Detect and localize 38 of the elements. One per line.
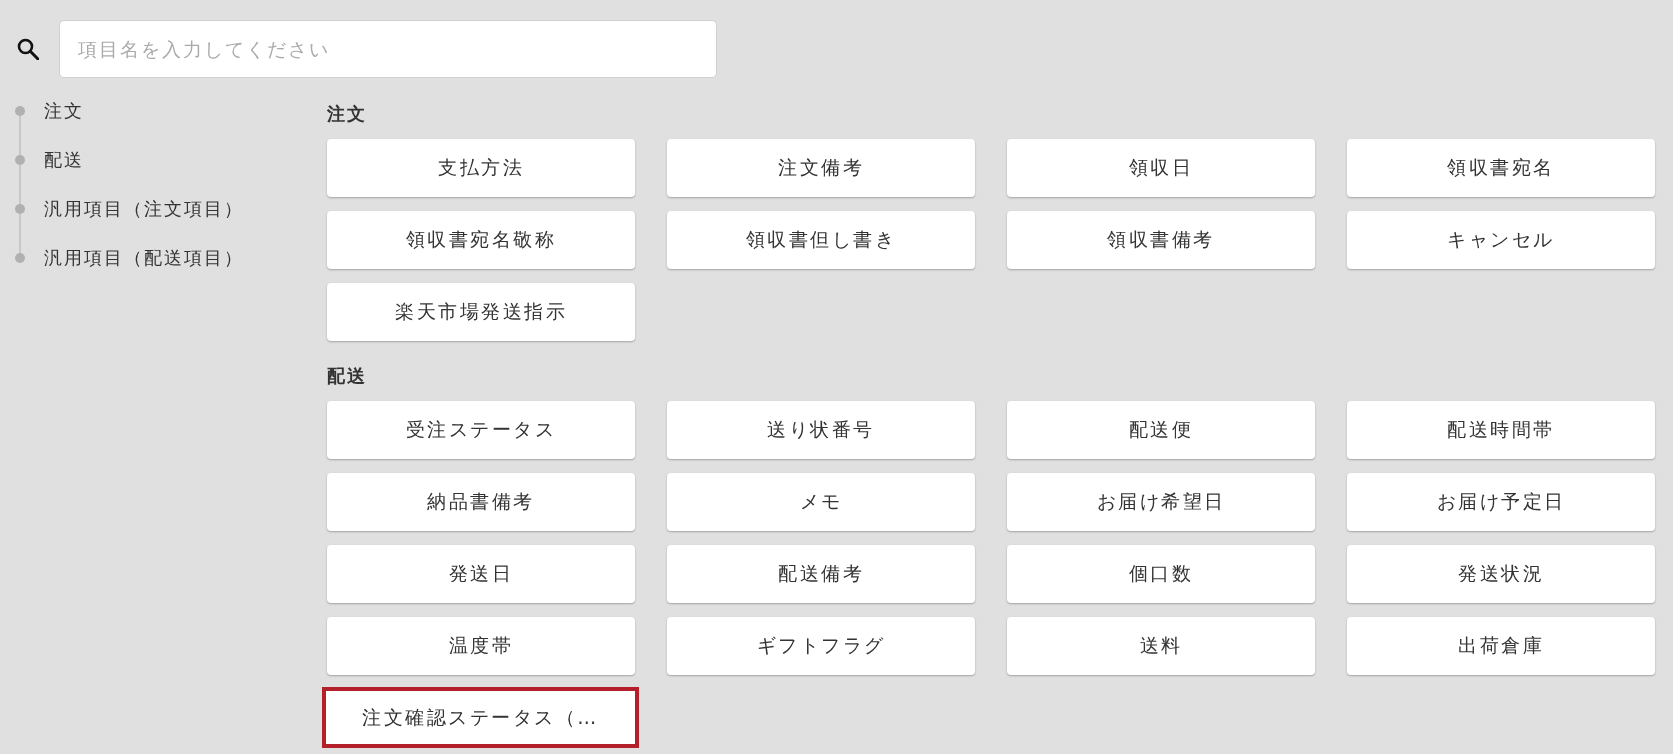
field-button[interactable]: 発送日: [327, 545, 635, 603]
field-button[interactable]: 領収書備考: [1007, 211, 1315, 269]
field-button[interactable]: 出荷倉庫: [1347, 617, 1655, 675]
field-button[interactable]: 送り状番号: [667, 401, 975, 459]
field-button[interactable]: 領収書宛名敬称: [327, 211, 635, 269]
search-field[interactable]: 項目名を入力してください: [59, 20, 717, 78]
search-icon: [17, 38, 39, 60]
field-button[interactable]: 楽天市場発送指示: [327, 283, 635, 341]
field-button[interactable]: お届け予定日: [1347, 473, 1655, 531]
field-button[interactable]: ギフトフラグ: [667, 617, 975, 675]
sidebar-item[interactable]: 汎用項目（注文項目）: [0, 184, 244, 233]
field-button[interactable]: 配送時間帯: [1347, 401, 1655, 459]
field-button[interactable]: 温度帯: [327, 617, 635, 675]
field-button[interactable]: 受注ステータス: [327, 401, 635, 459]
field-button[interactable]: 配送便: [1007, 401, 1315, 459]
field-button[interactable]: 注文確認ステータス（…: [322, 687, 639, 748]
field-button[interactable]: キャンセル: [1347, 211, 1655, 269]
dot-icon: [15, 105, 25, 116]
field-button[interactable]: 支払方法: [327, 139, 635, 197]
field-button[interactable]: 個口数: [1007, 545, 1315, 603]
field-button[interactable]: 送料: [1007, 617, 1315, 675]
field-button[interactable]: 配送備考: [667, 545, 975, 603]
field-button[interactable]: 納品書備考: [327, 473, 635, 531]
field-button[interactable]: 領収日: [1007, 139, 1315, 197]
sidebar-item[interactable]: 注文: [0, 86, 84, 135]
sidebar-item[interactable]: 配送: [0, 135, 84, 184]
section-heading: 配送: [327, 366, 367, 386]
field-button[interactable]: 領収書宛名: [1347, 139, 1655, 197]
dot-icon: [15, 252, 25, 263]
field-button[interactable]: 領収書但し書き: [667, 211, 975, 269]
dot-icon: [15, 154, 25, 165]
field-button[interactable]: 注文備考: [667, 139, 975, 197]
field-button[interactable]: 発送状況: [1347, 545, 1655, 603]
dot-icon: [15, 203, 25, 214]
sidebar-item[interactable]: 汎用項目（配送項目）: [0, 233, 244, 282]
field-button[interactable]: お届け希望日: [1007, 473, 1315, 531]
field-button[interactable]: メモ: [667, 473, 975, 531]
section-heading: 注文: [327, 104, 367, 124]
